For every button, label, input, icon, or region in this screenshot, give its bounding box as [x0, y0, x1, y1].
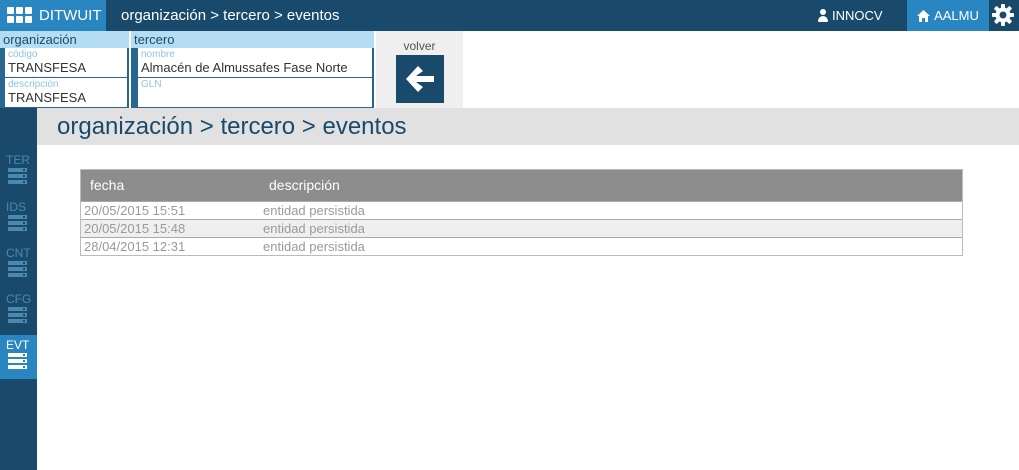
back-arrow-box	[395, 55, 444, 103]
org-description-field: descripción TRANSFESA	[5, 78, 127, 107]
page-title-bar: organización > tercero > eventos	[37, 108, 1019, 145]
user-icon	[818, 9, 828, 22]
org-code-field: código TRANSFESA	[5, 48, 127, 77]
server-icon	[8, 307, 27, 324]
sidebar-item-evt[interactable]: EVT	[0, 335, 37, 379]
field-label: GLN	[141, 79, 162, 90]
table-row[interactable]: 20/05/2015 15:48 entidad persistida	[81, 219, 962, 237]
server-icon	[8, 168, 27, 185]
user-name: INNOCV	[832, 8, 883, 23]
apps-grid-icon	[7, 6, 33, 25]
cell-descripcion: entidad persistida	[263, 239, 365, 254]
user-menu[interactable]: INNOCV	[818, 0, 883, 31]
organization-panel: organización código TRANSFESA descripció…	[0, 31, 129, 108]
tercero-panel: tercero nombre Almacén de Almussafes Fas…	[131, 31, 374, 108]
events-table: fecha descripción 20/05/2015 15:51 entid…	[80, 169, 963, 256]
sidebar-item-label: CFG	[6, 292, 32, 306]
app-menu-button[interactable]: DITWUIT	[0, 0, 106, 31]
sidebar-item-ter[interactable]: TER	[0, 150, 37, 194]
sidebar-item-ids[interactable]: IDS	[0, 197, 37, 241]
field-value: TRANSFESA	[8, 90, 87, 105]
table-header: fecha descripción	[81, 170, 962, 201]
app-name: DITWUIT	[39, 7, 102, 24]
tercero-gln-field: GLN	[138, 78, 372, 107]
top-bar: DITWUIT organización > tercero > eventos…	[0, 0, 1019, 31]
field-value: Almacén de Almussafes Fase Norte	[141, 60, 348, 75]
tercero-name-field: nombre Almacén de Almussafes Fase Norte	[138, 48, 372, 77]
cell-fecha: 20/05/2015 15:48	[84, 221, 186, 236]
cell-descripcion: entidad persistida	[263, 221, 365, 236]
table-row[interactable]: 20/05/2015 15:51 entidad persistida	[81, 201, 962, 219]
field-label: nombre	[141, 49, 175, 60]
column-header-descripcion[interactable]: descripción	[269, 170, 340, 201]
sidebar-item-label: IDS	[6, 200, 27, 214]
sidebar-item-label: CNT	[6, 246, 31, 260]
tercero-panel-title: tercero	[131, 31, 374, 48]
organization-panel-title: organización	[0, 31, 129, 48]
server-icon	[8, 353, 27, 370]
sidebar-item-cfg[interactable]: CFG	[0, 289, 37, 333]
back-button-label: volver	[403, 39, 436, 53]
arrow-left-icon	[405, 66, 434, 92]
cell-descripcion: entidad persistida	[263, 203, 365, 218]
server-icon	[8, 261, 27, 278]
page-title: organización > tercero > eventos	[57, 113, 407, 140]
field-label: descripción	[8, 79, 59, 90]
header-breadcrumb: organización > tercero > eventos	[121, 7, 340, 24]
field-value: TRANSFESA	[8, 60, 87, 75]
organization-button[interactable]: AALMU	[907, 0, 989, 31]
cell-fecha: 28/04/2015 12:31	[84, 239, 186, 254]
column-header-fecha[interactable]: fecha	[90, 170, 124, 201]
gear-icon[interactable]	[991, 3, 1015, 27]
app-window: DITWUIT organización > tercero > eventos…	[0, 0, 1019, 470]
organization-code: AALMU	[934, 8, 979, 23]
sidebar-item-label: EVT	[6, 338, 30, 352]
home-icon	[917, 9, 931, 22]
back-button[interactable]: volver	[376, 31, 463, 108]
sidebar-item-label: TER	[6, 153, 30, 167]
sidebar: TER IDS CNT CFG EVT	[0, 108, 37, 470]
sidebar-item-cnt[interactable]: CNT	[0, 243, 37, 287]
field-label: código	[8, 49, 38, 60]
cell-fecha: 20/05/2015 15:51	[84, 203, 186, 218]
server-icon	[8, 215, 27, 232]
table-row[interactable]: 28/04/2015 12:31 entidad persistida	[81, 237, 962, 255]
